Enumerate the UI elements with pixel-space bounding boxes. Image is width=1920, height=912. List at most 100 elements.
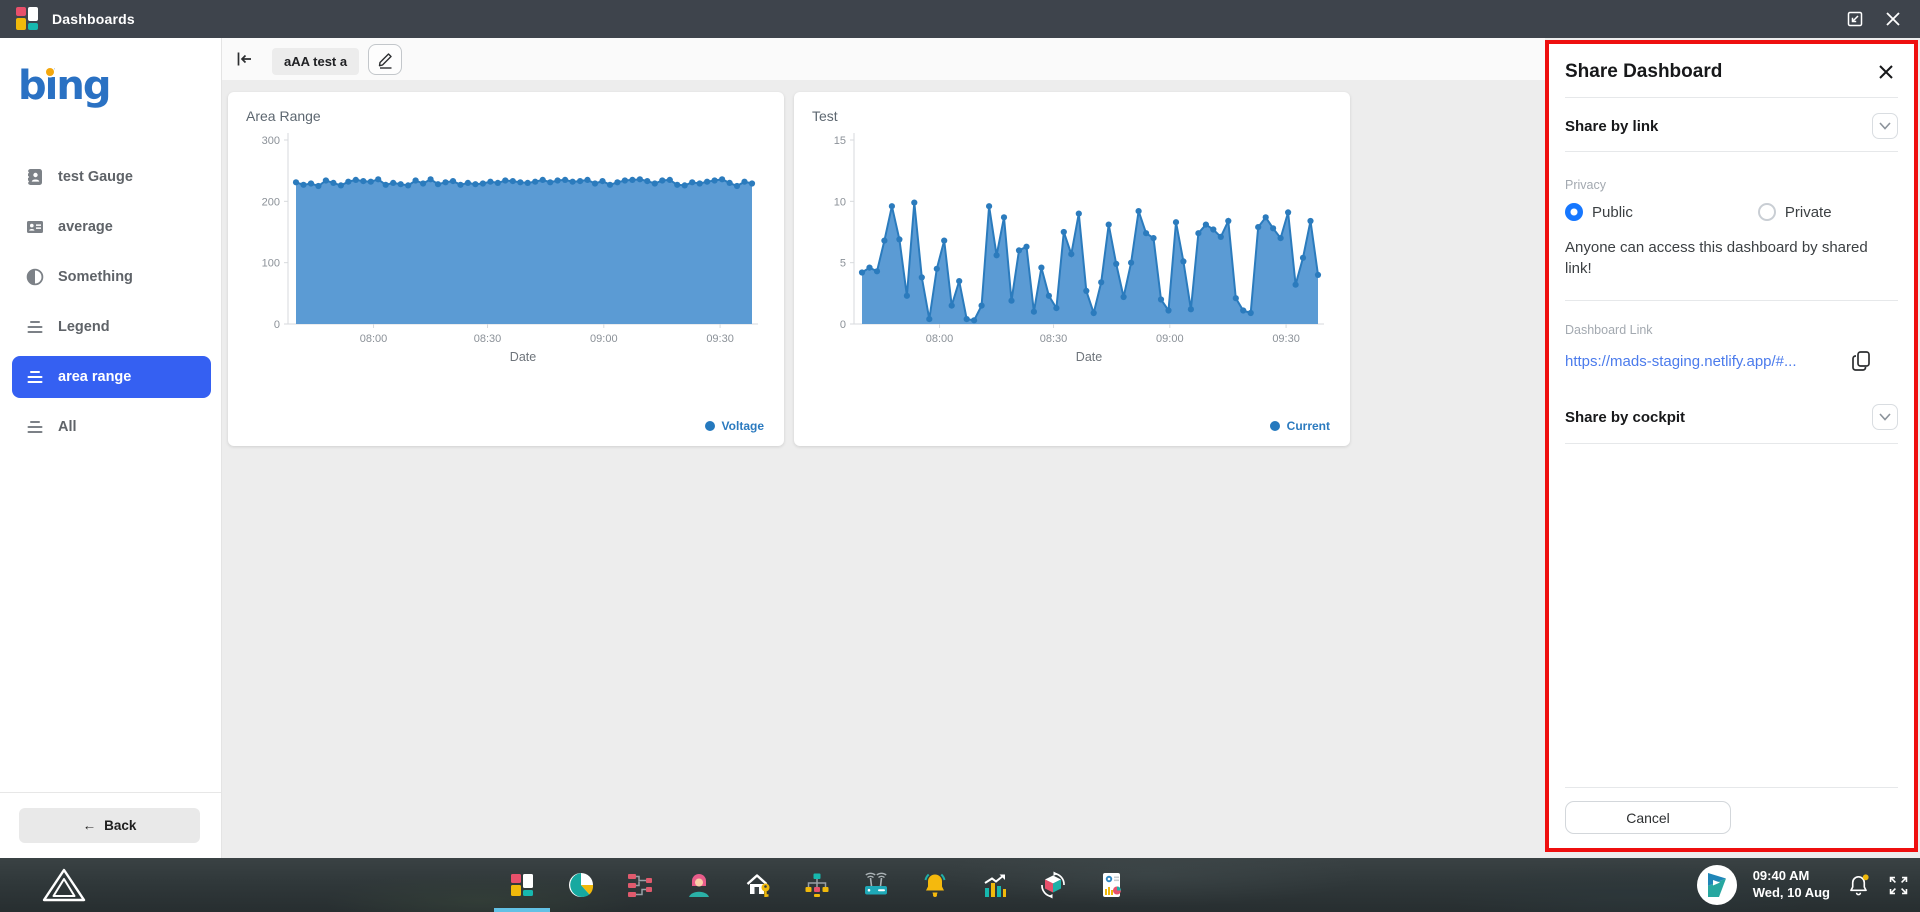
share-by-link-expand-button[interactable] bbox=[1872, 113, 1898, 139]
svg-text:Date: Date bbox=[1076, 350, 1102, 364]
legend-voltage[interactable]: Voltage bbox=[705, 419, 764, 433]
taskbar-icon-house-key[interactable] bbox=[744, 871, 772, 899]
legend-label: Current bbox=[1287, 419, 1330, 433]
sidebar-item-label: All bbox=[58, 419, 77, 435]
logo-tile-yellow bbox=[16, 18, 26, 30]
taskbar-icon-flow-diagram[interactable] bbox=[626, 871, 654, 899]
sidebar: bing test Gauge average Something Legend are… bbox=[0, 38, 222, 858]
privacy-label: Privacy bbox=[1565, 178, 1898, 192]
share-dashboard-panel: Share Dashboard Share by link Privacy Pu… bbox=[1545, 40, 1918, 852]
share-panel-close-button[interactable] bbox=[1874, 60, 1898, 84]
edit-title-button[interactable] bbox=[368, 44, 402, 75]
legend-current[interactable]: Current bbox=[1270, 419, 1330, 433]
clock-date: Wed, 10 Aug bbox=[1753, 885, 1830, 902]
badge-icon bbox=[25, 167, 45, 187]
logo-tile-white bbox=[28, 7, 38, 21]
brand-circle-logo-icon[interactable] bbox=[1696, 864, 1738, 906]
back-button[interactable]: ← Back bbox=[19, 808, 200, 843]
taskbar-icon-network-tree[interactable] bbox=[803, 871, 831, 899]
chevron-down-icon bbox=[1878, 412, 1892, 422]
share-by-link-row: Share by link bbox=[1565, 113, 1898, 139]
share-by-link-label: Share by link bbox=[1565, 118, 1658, 135]
chart-card-test: Test 05101508:0008:3009:0009:30Date Curr… bbox=[794, 92, 1350, 446]
svg-text:08:00: 08:00 bbox=[360, 333, 388, 345]
sidebar-item-average[interactable]: average bbox=[12, 206, 211, 248]
copy-link-button[interactable] bbox=[1848, 348, 1874, 374]
taskbar-icon-cube-sync[interactable] bbox=[1039, 871, 1067, 899]
logo-tile-red bbox=[16, 7, 26, 16]
sidebar-footer: ← Back bbox=[0, 792, 221, 858]
taskbar-clock[interactable]: 09:40 AM Wed, 10 Aug bbox=[1753, 868, 1830, 902]
screen: Dashboards bing test Gauge average Somethi… bbox=[0, 0, 1920, 912]
taskbar-icon-notification-bell[interactable] bbox=[921, 871, 949, 899]
cancel-button[interactable]: Cancel bbox=[1565, 801, 1731, 834]
public-radio-label[interactable]: Public bbox=[1592, 204, 1633, 221]
svg-text:09:00: 09:00 bbox=[1156, 333, 1184, 345]
dashboard-title-chip[interactable]: aAA test a bbox=[272, 48, 359, 75]
contrast-icon bbox=[25, 267, 45, 287]
dashboard-link-url[interactable]: https://mads-staging.netlify.app/#... bbox=[1565, 353, 1797, 370]
private-radio-label[interactable]: Private bbox=[1785, 204, 1832, 221]
svg-text:15: 15 bbox=[834, 135, 846, 147]
sidebar-item-something[interactable]: Something bbox=[12, 256, 211, 298]
privacy-radio-group: Public Private bbox=[1565, 203, 1898, 221]
divider bbox=[1565, 787, 1898, 788]
sidebar-spacer bbox=[0, 456, 221, 792]
chevron-down-icon bbox=[1878, 121, 1892, 131]
taskbar-icon-growth-chart[interactable] bbox=[980, 871, 1008, 899]
svg-text:09:00: 09:00 bbox=[590, 333, 618, 345]
divider bbox=[1565, 300, 1898, 301]
svg-text:300: 300 bbox=[262, 135, 280, 147]
legend-dot-icon bbox=[1270, 421, 1280, 431]
legend-dot-icon bbox=[705, 421, 715, 431]
lines-icon bbox=[25, 317, 45, 337]
taskbar-icon-report-document[interactable] bbox=[1098, 871, 1126, 899]
dashboard-link-label: Dashboard Link bbox=[1565, 323, 1898, 337]
cancel-button-label: Cancel bbox=[1626, 810, 1670, 826]
share-panel-title: Share Dashboard bbox=[1565, 61, 1722, 83]
privacy-description: Anyone can access this dashboard by shar… bbox=[1565, 238, 1898, 279]
taskbar-system-tray: 09:40 AM Wed, 10 Aug bbox=[1696, 858, 1910, 912]
triangle-logo-icon[interactable] bbox=[42, 868, 86, 907]
taskbar-icon-pie-chart[interactable] bbox=[567, 871, 595, 899]
sidebar-item-area-range[interactable]: area range bbox=[12, 356, 211, 398]
share-by-cockpit-expand-button[interactable] bbox=[1872, 404, 1898, 430]
sidebar-item-legend[interactable]: Legend bbox=[12, 306, 211, 348]
bing-logo: bing bbox=[18, 64, 138, 112]
lines-icon bbox=[25, 417, 45, 437]
app-title: Dashboards bbox=[52, 11, 135, 27]
bell-alert-icon bbox=[1845, 872, 1872, 899]
svg-text:0: 0 bbox=[840, 319, 846, 331]
sidebar-item-label: area range bbox=[58, 369, 131, 385]
back-arrow-icon: ← bbox=[83, 818, 97, 833]
svg-text:200: 200 bbox=[262, 196, 280, 208]
taskbar-icon-router[interactable] bbox=[862, 871, 890, 899]
pencil-icon bbox=[376, 50, 395, 69]
id-card-icon bbox=[25, 217, 45, 237]
close-icon bbox=[1876, 62, 1896, 82]
svg-text:10: 10 bbox=[834, 196, 846, 208]
taskbar-icon-app-dashboards[interactable] bbox=[508, 871, 536, 899]
logo-tile-teal bbox=[28, 23, 38, 30]
sidebar-collapse-button[interactable] bbox=[232, 47, 256, 71]
chart-title: Test bbox=[812, 108, 1334, 124]
svg-text:08:30: 08:30 bbox=[474, 333, 502, 345]
back-button-label: Back bbox=[104, 818, 136, 833]
chart-title: Area Range bbox=[246, 108, 768, 124]
notification-bell-button[interactable] bbox=[1845, 872, 1872, 899]
top-bar: Dashboards bbox=[0, 0, 1920, 38]
sidebar-item-label: Legend bbox=[58, 319, 110, 335]
expand-fullscreen-button[interactable] bbox=[1887, 874, 1910, 897]
private-radio[interactable] bbox=[1758, 203, 1776, 221]
area-range-chart-svg: 010020030008:0008:3009:0009:30Date bbox=[244, 126, 768, 378]
panel-spacer bbox=[1565, 444, 1898, 787]
bing-logo-dot bbox=[46, 68, 54, 76]
svg-text:09:30: 09:30 bbox=[706, 333, 734, 345]
sidebar-item-all[interactable]: All bbox=[12, 406, 211, 448]
sidebar-item-test-gauge[interactable]: test Gauge bbox=[12, 156, 211, 198]
window-close-button[interactable] bbox=[1882, 8, 1904, 30]
window-popout-button[interactable] bbox=[1844, 8, 1866, 30]
public-radio[interactable] bbox=[1565, 203, 1583, 221]
taskbar-icon-user-avatar[interactable] bbox=[685, 871, 713, 899]
share-by-cockpit-row: Share by cockpit bbox=[1565, 404, 1898, 430]
